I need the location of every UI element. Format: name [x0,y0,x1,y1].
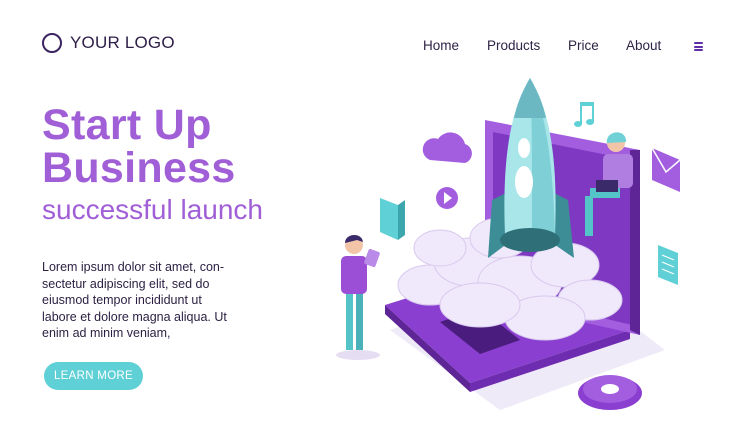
learn-more-button[interactable]: LEARN MORE [44,362,143,390]
hero-title: Start Up Business [42,104,236,190]
hero-text-line: eiusmod tempor incididunt ut [42,293,202,308]
person-standing [336,234,380,360]
hero-subtitle: successful launch [42,194,264,225]
hero-text-line: sectetur adipiscing elit, sed do [42,276,210,291]
play-icon [436,187,458,209]
music-note-icon [574,102,594,127]
email-icon [651,147,681,192]
book-icon [380,198,405,240]
nav-item-products[interactable]: Products [487,38,540,53]
hero-text-line: enim ad minim veniam, [42,326,171,341]
nav-item-price[interactable]: Price [568,38,599,53]
hero-text-line: Lorem ipsum dolor sit amet, con- [42,260,225,274]
cloud-icon [422,132,472,163]
gear-icon [578,375,642,410]
hero-text-line: labore et dolore magna aliqua. Ut [42,309,227,324]
nav-item-home[interactable]: Home [423,38,459,53]
hero-description: Lorem ipsum dolor sit amet, con- sectetu… [42,259,257,342]
hero-title-line-1: Start Up [42,101,212,149]
nav-item-about[interactable]: About [626,38,661,53]
main-nav: Home Products Price About [0,38,749,58]
hero-title-line-2: Business [42,144,236,192]
hamburger-menu-icon[interactable] [694,42,703,51]
document-icon [658,245,678,285]
startup-illustration [336,78,681,410]
